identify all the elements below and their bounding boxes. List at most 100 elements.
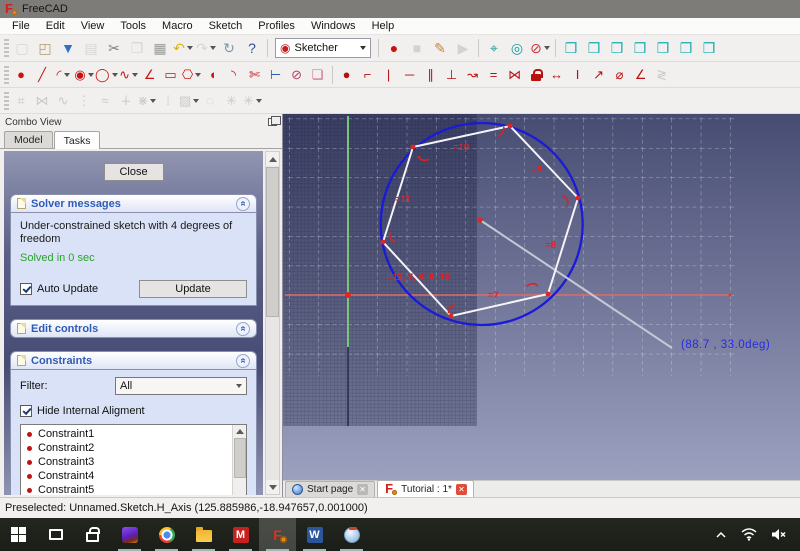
constraint-angle-icon[interactable]: ∠ (631, 65, 651, 85)
chevron-down-icon[interactable] (64, 73, 70, 77)
filter-select[interactable]: All (115, 377, 247, 395)
create-circle-icon[interactable]: ◉ (74, 65, 94, 85)
external-geometry-icon[interactable]: ⊘ (287, 65, 307, 85)
task-view-taskbar-icon[interactable] (37, 518, 74, 551)
close-tab-icon[interactable]: ✕ (357, 484, 368, 495)
solver-messages-header[interactable]: Solver messages « (10, 194, 257, 213)
macro-stop-icon[interactable]: ■ (406, 37, 428, 59)
checkbox-icon[interactable] (20, 405, 32, 417)
increase-knot-multiplicity-icon[interactable]: ⋇ (137, 91, 157, 111)
create-rectangle-icon[interactable]: ▭ (161, 65, 181, 85)
paste-icon[interactable]: ▦ (149, 37, 171, 59)
create-polygon-icon[interactable]: ⎔ (182, 65, 202, 85)
chevron-down-icon[interactable] (256, 99, 262, 103)
file-explorer-taskbar-icon[interactable] (185, 518, 222, 551)
draw-style-icon[interactable]: ⊘ (529, 37, 551, 59)
show-knot-multiplicity-icon[interactable]: ⋮ (74, 91, 94, 111)
freecad-taskbar-icon[interactable]: F (259, 518, 296, 551)
constraint-item[interactable]: Constraint3 (21, 455, 232, 469)
menu-sketch[interactable]: Sketch (201, 19, 251, 33)
constraint-item[interactable]: Constraint5 (21, 483, 232, 495)
scrollbar-thumb[interactable] (234, 438, 246, 478)
tray-expand-icon[interactable] (715, 529, 727, 541)
constraint-vertical-icon[interactable]: | (379, 65, 399, 85)
menu-tools[interactable]: Tools (112, 19, 154, 33)
redo-icon[interactable]: ↷ (195, 37, 217, 59)
constraint-equal-icon[interactable]: = (484, 65, 504, 85)
decrease-knot-multiplicity-icon[interactable]: ⁞ (158, 91, 178, 111)
chevron-down-icon[interactable] (187, 46, 193, 50)
create-bspline-icon[interactable]: ∿ (119, 65, 139, 85)
constraint-horizontal-distance-icon[interactable]: ↔ (547, 65, 567, 85)
constraint-point-on-object-icon[interactable]: ⌐ (358, 65, 378, 85)
open-file-icon[interactable]: ◰ (34, 37, 56, 59)
constraint-tangent-icon[interactable]: ↝ (463, 65, 483, 85)
toggle-construction-geometry-icon[interactable]: ▨ (179, 91, 199, 111)
view-bottom-icon[interactable]: ❒ (675, 37, 697, 59)
view-front-icon[interactable]: ❒ (583, 37, 605, 59)
view-left-icon[interactable]: ❒ (698, 37, 720, 59)
globe-app-taskbar-icon[interactable] (333, 518, 370, 551)
3d-viewport[interactable]: =10 =9 =11 =8 =7 =11, 7, 8, 9, 10 (88.7 … (283, 114, 800, 480)
close-task-button[interactable]: Close (104, 163, 164, 181)
view-isometric-icon[interactable]: ❒ (560, 37, 582, 59)
select-conflicting-constraints-icon[interactable]: ✳ (221, 91, 241, 111)
chevron-down-icon[interactable] (544, 46, 550, 50)
hide-internal-alignment-checkbox[interactable]: Hide Internal Aligment (20, 405, 247, 417)
constraint-lock-icon[interactable] (526, 65, 546, 85)
edit-controls-header[interactable]: Edit controls « (10, 319, 257, 338)
view-right-icon[interactable]: ❒ (629, 37, 651, 59)
update-button[interactable]: Update (139, 280, 247, 298)
increase-degree-icon[interactable]: ∔ (116, 91, 136, 111)
trim-edge-icon[interactable]: ✄ (245, 65, 265, 85)
chevron-down-icon[interactable] (150, 99, 156, 103)
wifi-icon[interactable] (741, 528, 757, 541)
constraints-header[interactable]: Constraints « (10, 351, 257, 370)
show-control-polygon-icon[interactable]: ⋈ (32, 91, 52, 111)
fit-all-icon[interactable]: ⌖ (483, 37, 505, 59)
volume-muted-icon[interactable] (771, 528, 786, 541)
create-fillet-icon[interactable]: ◝ (224, 65, 244, 85)
menu-windows[interactable]: Windows (303, 19, 364, 33)
microsoft-store-taskbar-icon[interactable] (74, 518, 111, 551)
toolbar-grip[interactable] (4, 66, 9, 84)
menu-view[interactable]: View (73, 19, 113, 33)
document-tab-start-page[interactable]: Start page✕ (285, 481, 375, 497)
constraint-parallel-icon[interactable]: ∥ (421, 65, 441, 85)
constraint-distance-icon[interactable]: ↗ (589, 65, 609, 85)
tab-model[interactable]: Model (4, 131, 53, 148)
select-redundant-constraints-icon[interactable]: ◌ (200, 91, 220, 111)
macro-record-icon[interactable]: ● (383, 37, 405, 59)
constraint-symmetric-icon[interactable]: ⋈ (505, 65, 525, 85)
constraint-item[interactable]: Constraint4 (21, 469, 232, 483)
scroll-up-icon[interactable] (266, 152, 279, 166)
gmail-taskbar-icon[interactable]: M (222, 518, 259, 551)
carbon-copy-icon[interactable]: ❏ (308, 65, 328, 85)
create-line-icon[interactable]: ╱ (32, 65, 52, 85)
scroll-up-icon[interactable] (236, 425, 244, 438)
new-file-icon[interactable]: ▢ (11, 37, 33, 59)
save-icon[interactable]: ▼ (57, 37, 79, 59)
undo-icon[interactable]: ↶ (172, 37, 194, 59)
constraint-snell-icon[interactable]: ≷ (652, 65, 672, 85)
constraint-vertical-distance-icon[interactable]: I (568, 65, 588, 85)
document-tab-tutorial-1-[interactable]: FTutorial : 1*✕ (377, 480, 474, 497)
purple-app-taskbar-icon[interactable] (111, 518, 148, 551)
sketch-canvas[interactable]: =10 =9 =11 =8 =7 =11, 7, 8, 9, 10 (88.7 … (283, 114, 800, 480)
menu-file[interactable]: File (4, 19, 38, 33)
switch-virtual-space-icon[interactable]: ✳ (242, 91, 262, 111)
create-arc-icon[interactable]: ◜ (53, 65, 73, 85)
start-taskbar-icon[interactable] (0, 518, 37, 551)
create-slot-icon[interactable]: ◖ (203, 65, 223, 85)
copy-icon[interactable]: ❐ (126, 37, 148, 59)
collapse-section-icon[interactable]: « (236, 322, 250, 336)
collapse-section-icon[interactable]: « (236, 354, 250, 368)
convert-to-bspline-icon[interactable]: ≈ (95, 91, 115, 111)
close-tab-icon[interactable]: ✕ (456, 484, 467, 495)
whats-this-icon[interactable]: ? (241, 37, 263, 59)
chevron-down-icon[interactable] (132, 73, 138, 77)
constraint-item[interactable]: Constraint1 (21, 427, 232, 441)
auto-update-checkbox[interactable]: Auto Update (20, 283, 98, 295)
constraint-horizontal-icon[interactable]: ─ (400, 65, 420, 85)
checkbox-icon[interactable] (20, 283, 32, 295)
